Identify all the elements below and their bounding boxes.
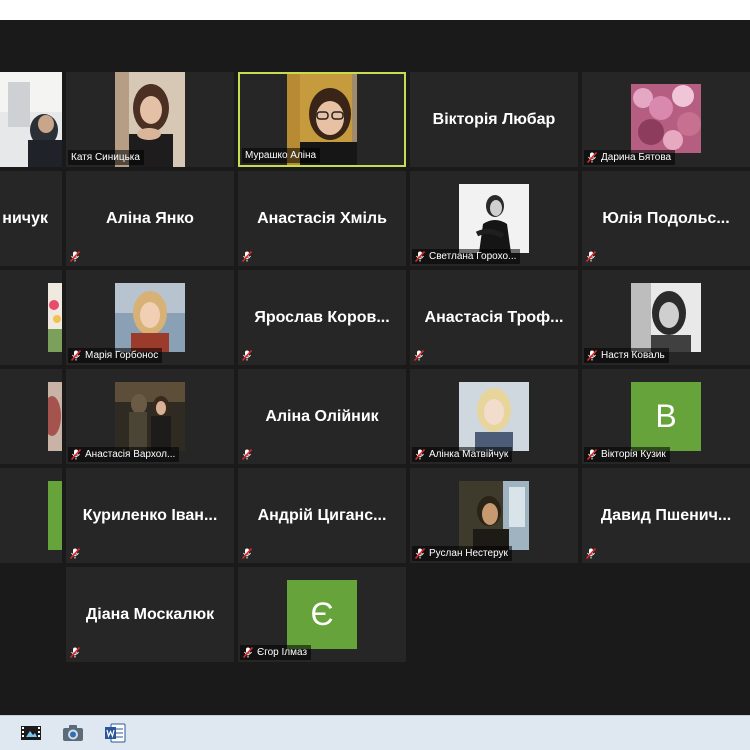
participant-name: Дарина Бятова xyxy=(601,152,672,163)
muted-mic-icon xyxy=(242,251,252,262)
participant-label: Катя Синицька xyxy=(68,150,144,165)
word-icon[interactable] xyxy=(104,723,126,743)
participant-tile-r3c3[interactable]: Ярослав Коров... xyxy=(238,270,406,365)
muted-mic-icon xyxy=(415,251,425,262)
muted-mic-icon xyxy=(70,647,80,658)
participant-tile-r6c3[interactable]: Є Єгор Ілмаз xyxy=(238,567,406,662)
participant-label: Єгор Ілмаз xyxy=(240,645,312,660)
participant-name-display: Аліна Янко xyxy=(106,209,194,227)
participant-tile-r4c3[interactable]: Аліна Олійник xyxy=(238,369,406,464)
participant-tile-r4c1[interactable] xyxy=(0,369,62,464)
participant-tile-r3c4[interactable]: Анастасія Троф... xyxy=(410,270,578,365)
participant-label: Светлана Горохо... xyxy=(412,249,521,264)
participant-tile-r1c1[interactable] xyxy=(0,72,62,167)
camera-icon[interactable] xyxy=(62,723,84,743)
participant-avatar-image xyxy=(48,382,62,451)
muted-mic-icon xyxy=(70,548,80,559)
muted-mic-icon xyxy=(242,350,252,361)
participant-tile-r4c2[interactable]: Анастасія Вархол... xyxy=(66,369,234,464)
participant-tile-r4c4[interactable]: Алінка Матвійчук xyxy=(410,369,578,464)
participant-tile-r1c5[interactable]: Дарина Бятова xyxy=(582,72,750,167)
muted-mic-icon xyxy=(415,548,425,559)
participant-tile-r4c5[interactable]: B Вікторія Кузик xyxy=(582,369,750,464)
participant-name-display: Аліна Олійник xyxy=(265,407,379,425)
participant-tile-r3c5[interactable]: Настя Коваль xyxy=(582,270,750,365)
participant-avatar-image xyxy=(631,283,701,352)
participant-tile-r2c5[interactable]: Юлія Подольс... xyxy=(582,171,750,266)
muted-mic-icon xyxy=(587,350,597,361)
taskbar xyxy=(0,715,750,750)
participant-name-display: Андрій Циганс... xyxy=(257,506,387,524)
participant-name-display: Давид Пшенич... xyxy=(600,506,732,524)
muted-mic-icon xyxy=(70,251,80,262)
participant-tile-r1c2[interactable]: Катя Синицька xyxy=(66,72,234,167)
muted-mic-icon xyxy=(71,449,81,460)
muted-mic-icon xyxy=(242,548,252,559)
muted-mic-icon xyxy=(242,449,252,460)
participant-avatar-image xyxy=(459,184,529,253)
participant-label: Марія Горбонос xyxy=(68,348,163,363)
muted-mic-icon xyxy=(586,251,596,262)
muted-mic-icon xyxy=(587,449,597,460)
film-icon[interactable] xyxy=(20,723,42,743)
participant-name: Руслан Нестерук xyxy=(429,548,508,559)
participant-name-display: Ярослав Коров... xyxy=(254,308,390,326)
participant-avatar-image xyxy=(459,382,529,451)
participant-tile-r2c3[interactable]: Анастасія Хміль xyxy=(238,171,406,266)
muted-mic-icon xyxy=(586,548,596,559)
participant-name: Вікторія Кузик xyxy=(601,449,666,460)
participant-name-display: Юлія Подольс... xyxy=(602,209,730,227)
window-top-bar xyxy=(0,0,750,20)
participant-avatar-image xyxy=(459,481,529,550)
participant-label: Вікторія Кузик xyxy=(584,447,670,462)
participant-initial-avatar: Є xyxy=(287,580,357,649)
participant-initial-avatar xyxy=(48,481,62,550)
participant-avatar-image xyxy=(115,283,185,352)
participant-name: Алінка Матвійчук xyxy=(429,449,509,460)
muted-mic-icon xyxy=(415,449,425,460)
participant-avatar-image xyxy=(48,283,62,352)
participant-name: Светлана Горохо... xyxy=(429,251,517,262)
participant-name-display: ничук xyxy=(2,209,48,227)
participant-name-display: Анастасія Троф... xyxy=(424,308,564,326)
muted-mic-icon xyxy=(71,350,81,361)
participant-label: Дарина Бятова xyxy=(584,150,676,165)
participant-tile-r5c4[interactable]: Руслан Нестерук xyxy=(410,468,578,563)
muted-mic-icon xyxy=(414,350,424,361)
participant-tile-r5c3[interactable]: Андрій Циганс... xyxy=(238,468,406,563)
participant-tile-r1c4[interactable]: Вікторія Любар xyxy=(410,72,578,167)
participant-name-display: Вікторія Любар xyxy=(432,110,556,128)
participant-name: Анастасія Вархол... xyxy=(85,449,176,460)
participant-avatar-image xyxy=(631,84,701,153)
participant-tile-r2c2[interactable]: Аліна Янко xyxy=(66,171,234,266)
participant-label: Руслан Нестерук xyxy=(412,546,512,561)
participant-name: Катя Синицька xyxy=(71,152,140,163)
participant-avatar-image xyxy=(115,382,185,451)
participant-label: Анастасія Вархол... xyxy=(68,447,180,462)
participant-name: Марія Горбонос xyxy=(85,350,159,361)
participant-tile-r5c5[interactable]: Давид Пшенич... xyxy=(582,468,750,563)
participant-tile-r1c3[interactable]: Мурашко Аліна xyxy=(238,72,406,167)
participant-label: Настя Коваль xyxy=(584,348,669,363)
participant-name: Мурашко Аліна xyxy=(245,150,317,161)
participant-tile-r5c1[interactable] xyxy=(0,468,62,563)
participant-initial-avatar: B xyxy=(631,382,701,451)
participant-tile-r2c4[interactable]: Светлана Горохо... xyxy=(410,171,578,266)
muted-mic-icon xyxy=(243,647,253,658)
participant-name-display: Діана Москалюк xyxy=(85,605,215,623)
participant-tile-r2c1[interactable]: ничук xyxy=(0,171,62,266)
muted-mic-icon xyxy=(587,152,597,163)
participant-tile-r5c2[interactable]: Куриленко Іван... xyxy=(66,468,234,563)
participant-label: Алінка Матвійчук xyxy=(412,447,513,462)
participant-name-display: Анастасія Хміль xyxy=(257,209,387,227)
participant-video xyxy=(0,72,62,167)
participant-tile-r3c1[interactable] xyxy=(0,270,62,365)
gallery-view: Катя Синицька Мурашко Аліна Вікторія Люб… xyxy=(0,20,750,715)
participant-name: Настя Коваль xyxy=(601,350,665,361)
participant-label: Мурашко Аліна xyxy=(242,148,321,163)
participant-name: Єгор Ілмаз xyxy=(257,647,308,658)
participant-name-display: Куриленко Іван... xyxy=(82,506,218,524)
participant-tile-r6c2[interactable]: Діана Москалюк xyxy=(66,567,234,662)
participant-tile-r3c2[interactable]: Марія Горбонос xyxy=(66,270,234,365)
